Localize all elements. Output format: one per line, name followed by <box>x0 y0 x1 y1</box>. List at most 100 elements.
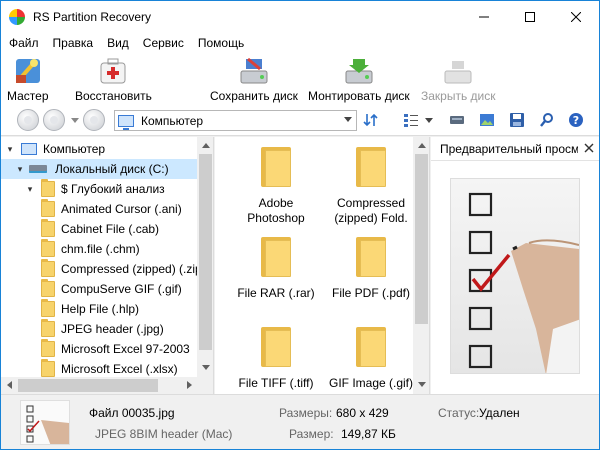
folder-icon <box>356 237 386 277</box>
scroll-thumb[interactable] <box>415 154 428 324</box>
mount-disk-button[interactable]: Монтировать диск <box>308 55 410 103</box>
forward-button[interactable] <box>43 109 65 131</box>
folder-icon <box>41 219 55 237</box>
tree-item-folder[interactable]: chm.file (.chm) <box>41 239 140 259</box>
tree-label: Help File (.hlp) <box>61 302 140 316</box>
preview-pane: Предварительный просм <box>431 137 599 394</box>
menu-bar: Файл Правка Вид Сервис Помощь <box>1 32 599 53</box>
search-button[interactable] <box>539 112 555 128</box>
tree-item-folder[interactable]: Animated Cursor (.ani) <box>41 199 182 219</box>
tree-item-folder[interactable]: Compressed (zipped) (.zip) <box>41 259 206 279</box>
file-item[interactable]: Compressed (zipped) Fold. <box>319 147 423 226</box>
tree-label: Microsoft Excel (.xlsx) <box>61 362 178 376</box>
file-label: File TIFF (.tiff) <box>238 376 314 390</box>
wizard-button[interactable]: Мастер <box>7 55 49 103</box>
computer-icon <box>118 114 134 130</box>
search-icon <box>540 113 553 127</box>
file-item[interactable]: File TIFF (.tiff) <box>224 327 328 391</box>
restore-button[interactable]: Восстановить <box>75 55 152 103</box>
drive-icon <box>450 116 464 124</box>
collapse-icon[interactable]: ▾ <box>25 184 35 194</box>
back-button[interactable] <box>17 109 39 131</box>
close-icon <box>571 11 581 22</box>
menu-service[interactable]: Сервис <box>136 36 191 50</box>
tree-item-folder[interactable]: Help File (.hlp) <box>41 299 139 319</box>
folder-icon <box>356 147 386 187</box>
address-dropdown-icon[interactable] <box>344 117 352 122</box>
file-item[interactable]: File RAR (.rar) <box>224 237 328 301</box>
menu-help[interactable]: Помощь <box>191 36 251 50</box>
scroll-left-icon[interactable] <box>7 381 12 389</box>
folder-icon <box>41 239 55 257</box>
status-dimensions-value: 680 x 429 <box>336 406 389 420</box>
scroll-down-icon[interactable] <box>418 382 426 387</box>
tree-label: Animated Cursor (.ani) <box>61 202 182 216</box>
status-file-type: JPEG 8BIM header (Mac) <box>95 427 233 441</box>
tree-item-folder[interactable]: JPEG header (.jpg) <box>41 319 164 339</box>
save-disk-button[interactable]: Сохранить диск <box>210 55 298 103</box>
folder-icon <box>261 237 291 277</box>
file-item[interactable]: File PDF (.pdf) <box>319 237 423 301</box>
file-item[interactable]: Adobe Photoshop <box>224 147 328 226</box>
view-mode-button[interactable] <box>403 112 419 128</box>
wizard-label: Мастер <box>7 89 49 103</box>
scroll-thumb[interactable] <box>18 379 158 392</box>
title-bar[interactable]: RS Partition Recovery <box>1 1 599 32</box>
tree-label: $ Глубокий анализ <box>61 182 165 196</box>
scroll-up-icon[interactable] <box>418 143 426 148</box>
close-disk-icon <box>441 55 475 87</box>
files-vertical-scrollbar[interactable] <box>413 137 429 394</box>
computer-icon <box>21 143 37 155</box>
address-field[interactable]: Компьютер <box>114 110 357 131</box>
help-button[interactable]: ? <box>568 112 584 128</box>
close-disk-button[interactable]: Закрыть диск <box>421 55 496 103</box>
tree-label: CompuServe GIF (.gif) <box>61 282 182 296</box>
tree-item-folder[interactable]: Microsoft Excel (.xlsx) <box>41 359 178 379</box>
history-dropdown-icon[interactable] <box>71 118 79 123</box>
folder-icon <box>41 339 55 357</box>
scroll-up-icon[interactable] <box>202 143 210 148</box>
tree-item-deep-analysis[interactable]: ▾ $ Глубокий анализ <box>25 179 165 199</box>
scroll-right-icon[interactable] <box>187 381 192 389</box>
minimize-button[interactable] <box>461 1 507 32</box>
file-label: Adobe Photoshop <box>247 196 305 225</box>
view-mode-dropdown-icon[interactable] <box>425 118 433 123</box>
menu-file[interactable]: Файл <box>1 36 46 50</box>
folder-icon <box>41 259 55 277</box>
scroll-thumb[interactable] <box>199 154 212 350</box>
preview-image <box>450 178 580 374</box>
app-logo-icon <box>9 8 25 25</box>
folder-icon <box>41 359 55 377</box>
file-label: Compressed (zipped) Fold. <box>334 196 408 225</box>
tree-label: Локальный диск (C:) <box>55 162 169 176</box>
tree-item-folder[interactable]: Cabinet File (.cab) <box>41 219 159 239</box>
tree-horizontal-scrollbar[interactable] <box>1 377 213 394</box>
collapse-icon[interactable]: ▾ <box>15 164 25 174</box>
file-item[interactable]: GIF Image (.gif) <box>319 327 423 391</box>
status-dimensions-label: Размеры: <box>279 406 333 420</box>
menu-view[interactable]: Вид <box>100 36 136 50</box>
menu-edit[interactable]: Правка <box>46 36 101 50</box>
disk-view-button[interactable] <box>449 112 465 128</box>
list-view-icon <box>404 114 418 127</box>
close-icon[interactable] <box>584 143 594 153</box>
scroll-down-icon[interactable] <box>202 365 210 370</box>
up-button[interactable] <box>83 109 105 131</box>
tree-item-local-disk[interactable]: ▾ Локальный диск (C:) <box>1 159 197 179</box>
tree-item-folder[interactable]: Microsoft Excel 97-2003 <box>41 339 190 359</box>
collapse-icon[interactable]: ▾ <box>5 144 15 154</box>
disk-icon <box>29 165 47 173</box>
preview-toggle-button[interactable] <box>479 112 495 128</box>
tree-item-folder[interactable]: CompuServe GIF (.gif) <box>41 279 182 299</box>
tree-item-computer[interactable]: ▾ Компьютер <box>5 139 105 159</box>
close-button[interactable] <box>553 1 599 32</box>
first-aid-icon <box>96 55 130 87</box>
folder-icon <box>41 279 55 297</box>
floppy-icon <box>510 113 524 127</box>
refresh-button[interactable] <box>363 112 379 128</box>
tree-label: Microsoft Excel 97-2003 <box>61 342 190 356</box>
save-button[interactable] <box>509 112 525 128</box>
tree-vertical-scrollbar[interactable] <box>197 137 213 377</box>
folder-icon <box>41 199 55 217</box>
maximize-button[interactable] <box>507 1 553 32</box>
